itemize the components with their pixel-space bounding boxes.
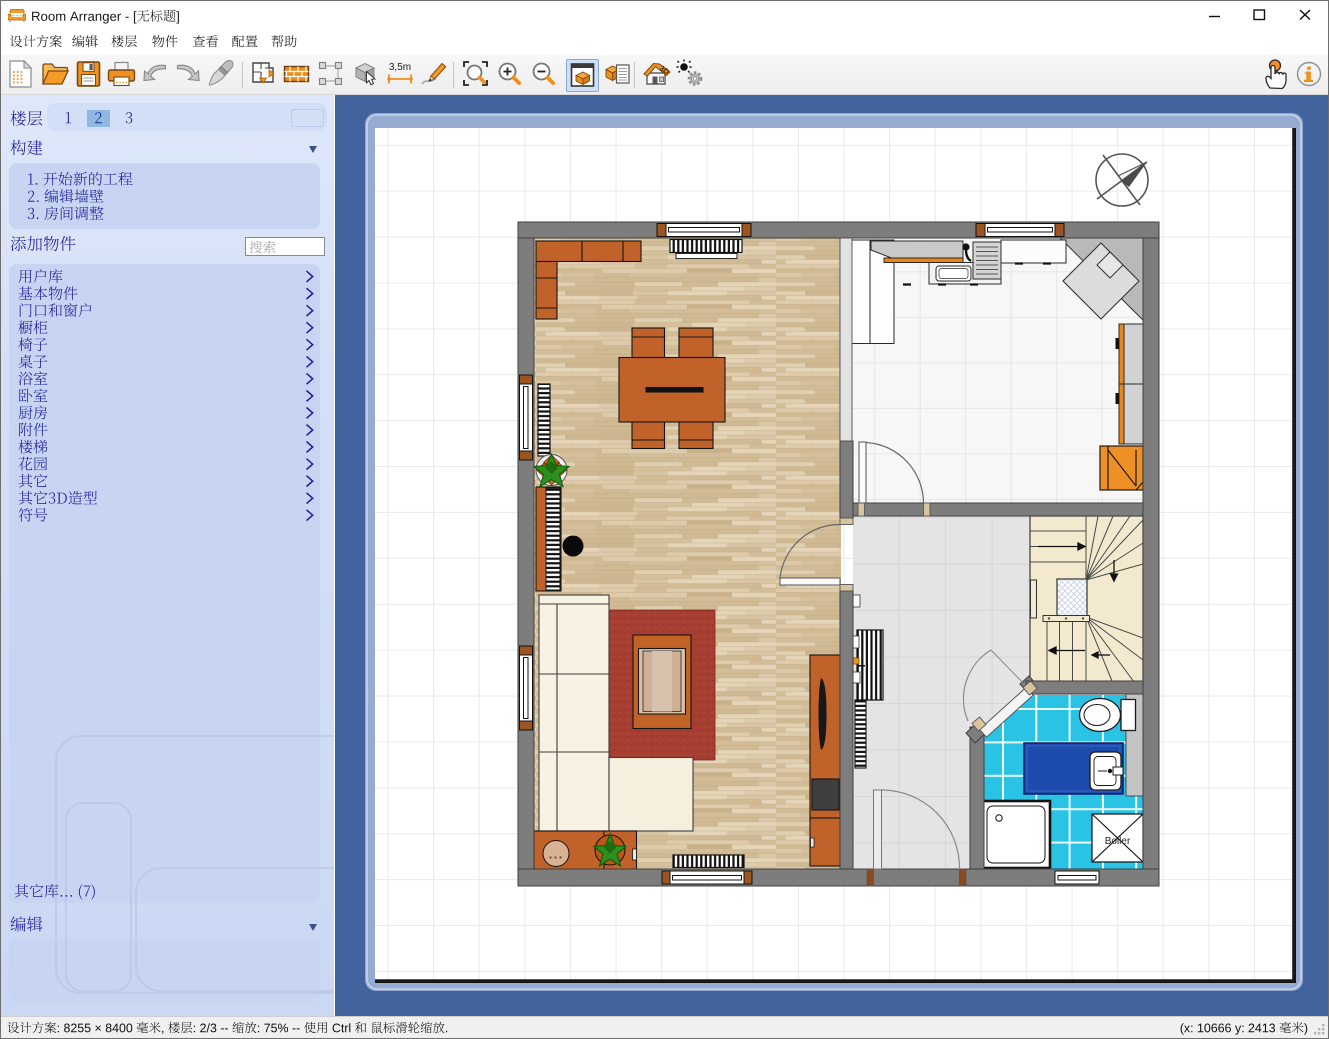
svg-text:Boiler: Boiler xyxy=(1105,836,1131,847)
svg-text:3,5m: 3,5m xyxy=(389,62,411,73)
